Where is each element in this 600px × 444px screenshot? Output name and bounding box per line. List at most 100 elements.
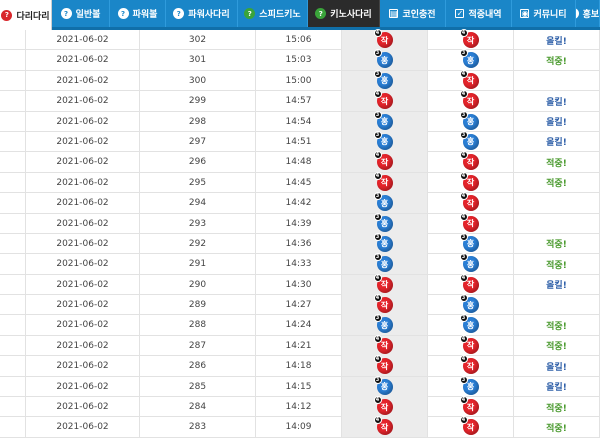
ball-label: 작	[466, 219, 475, 229]
row-gutter	[0, 172, 26, 193]
pred-ball: 3홍	[373, 375, 393, 395]
result-ball-cell: 4작	[428, 192, 514, 214]
ball-label: 작	[466, 280, 475, 290]
result-ball-cell: 4작	[428, 171, 514, 193]
row-gutter	[0, 315, 26, 336]
ball-label: 작	[466, 198, 475, 208]
time-cell: 14:27	[256, 295, 342, 316]
pred-ball: 4작	[373, 90, 393, 110]
table-row: 2021-06-02 302 15:06 4 작 4 작 올킬!	[0, 29, 600, 51]
ball-number-badge: 3	[373, 110, 382, 119]
tab-2[interactable]: ? 파워볼	[110, 0, 166, 27]
result-ball-cell: 3홍	[428, 375, 514, 397]
hit-status-cell	[514, 213, 600, 234]
tab-label: 키노사다리	[330, 10, 372, 20]
ball-label: 홍	[380, 219, 389, 229]
actual-ball: 4작	[459, 396, 479, 416]
question-icon: ?	[315, 8, 327, 19]
ball-label: 작	[466, 361, 475, 371]
pick-cell: 4작	[342, 416, 428, 438]
tab-4[interactable]: ? 스피드키노	[238, 0, 308, 27]
tab-5[interactable]: ? 키노사다리	[308, 0, 380, 27]
date-cell: 2021-06-02	[26, 50, 140, 71]
pred-ball: 3홍	[373, 212, 393, 232]
pred-ball: 3홍	[373, 130, 393, 150]
ball-label: 작	[466, 76, 475, 86]
result-ball-cell: 4작	[428, 334, 514, 356]
date-cell: 2021-06-02	[26, 111, 140, 132]
tab-8[interactable]: ◉ 커뮤니티	[512, 0, 576, 27]
ball-number-badge: 4	[373, 355, 382, 364]
actual-ball: 3홍	[459, 294, 479, 314]
community-icon: ◉	[520, 9, 530, 18]
round-cell: 285	[140, 376, 256, 397]
table-row: 2021-06-02 289 14:27 4 작 3 홍	[0, 294, 600, 316]
time-cell: 14:57	[256, 91, 342, 112]
row-gutter	[0, 30, 26, 50]
tab-0[interactable]: ? 다리다리	[0, 0, 52, 30]
row-gutter	[0, 335, 26, 356]
ball-label: 작	[466, 402, 475, 412]
tab-7[interactable]: ✓ 적중내역	[446, 0, 512, 27]
question-icon: ?	[173, 8, 185, 19]
result-ball-cell: 4작	[428, 416, 514, 438]
ball-number-badge: 4	[373, 171, 382, 180]
pred-ball: 4작	[373, 151, 393, 171]
row-gutter	[0, 295, 26, 316]
round-cell: 287	[140, 335, 256, 356]
result-ball-cell: 3홍	[428, 130, 514, 152]
table-row: 2021-06-02 298 14:54 3 홍 3 홍 올킬!	[0, 110, 600, 132]
row-gutter	[0, 376, 26, 397]
pick-cell: 3홍	[342, 192, 428, 214]
actual-ball: 3홍	[459, 253, 479, 273]
result-ball-cell: 4작	[428, 151, 514, 173]
hit-status-cell: 올킬!	[514, 356, 600, 377]
ball-number-badge: 4	[373, 396, 382, 405]
date-cell: 2021-06-02	[26, 254, 140, 275]
result-ball-cell: 3홍	[428, 314, 514, 336]
ball-label: 작	[380, 361, 389, 371]
table-row: 2021-06-02 284 14:12 4 작 4 작 적중!	[0, 396, 600, 418]
ball-number-badge: 4	[373, 334, 382, 343]
actual-ball: 3홍	[459, 49, 479, 69]
table-row: 2021-06-02 297 14:51 3 홍 3 홍 올킬!	[0, 130, 600, 153]
date-cell: 2021-06-02	[26, 91, 140, 112]
chart-icon: ✓	[455, 9, 465, 18]
time-cell: 15:00	[256, 70, 342, 91]
hit-status-cell	[514, 193, 600, 214]
ball-number-badge: 4	[459, 416, 468, 425]
hit-status-cell: 올킬!	[514, 274, 600, 295]
pick-cell: 4작	[342, 355, 428, 377]
pred-ball: 3홍	[373, 69, 393, 89]
question-icon: ?	[60, 8, 72, 19]
coin-icon: ▤	[389, 9, 399, 18]
ball-number-badge: 3	[459, 130, 468, 139]
tab-1[interactable]: ? 일반볼	[52, 0, 110, 27]
ball-number-badge: 4	[459, 212, 468, 221]
hit-status-cell: 올킬!	[514, 111, 600, 132]
date-cell: 2021-06-02	[26, 193, 140, 214]
hit-status-cell	[514, 295, 600, 316]
ball-number-badge: 3	[373, 49, 382, 58]
tab-3[interactable]: ? 파워사다리	[166, 0, 238, 27]
time-cell: 14:51	[256, 131, 342, 152]
tab-6[interactable]: ▤ 코인충전	[380, 0, 446, 27]
ball-number-badge: 4	[373, 29, 382, 37]
date-cell: 2021-06-02	[26, 335, 140, 356]
table-row: 2021-06-02 288 14:24 3 홍 3 홍 적중!	[0, 314, 600, 336]
ball-label: 홍	[380, 76, 389, 86]
tab-label: 스피드키노	[259, 10, 301, 20]
date-cell: 2021-06-02	[26, 417, 140, 438]
tab-9[interactable]: ?홍보코	[576, 0, 600, 27]
table-row: 2021-06-02 290 14:30 4 작 4 작 올킬!	[0, 273, 600, 296]
pick-cell: 3홍	[342, 110, 428, 132]
pick-cell: 4작	[342, 90, 428, 112]
pick-cell: 3홍	[342, 130, 428, 152]
row-gutter	[0, 213, 26, 234]
ball-number-badge: 3	[459, 49, 468, 58]
pick-cell: 3홍	[342, 212, 428, 234]
ball-number-badge: 4	[459, 151, 468, 160]
ball-label: 홍	[380, 198, 389, 208]
ball-number-badge: 3	[459, 375, 468, 384]
pred-ball: 4작	[373, 396, 393, 416]
